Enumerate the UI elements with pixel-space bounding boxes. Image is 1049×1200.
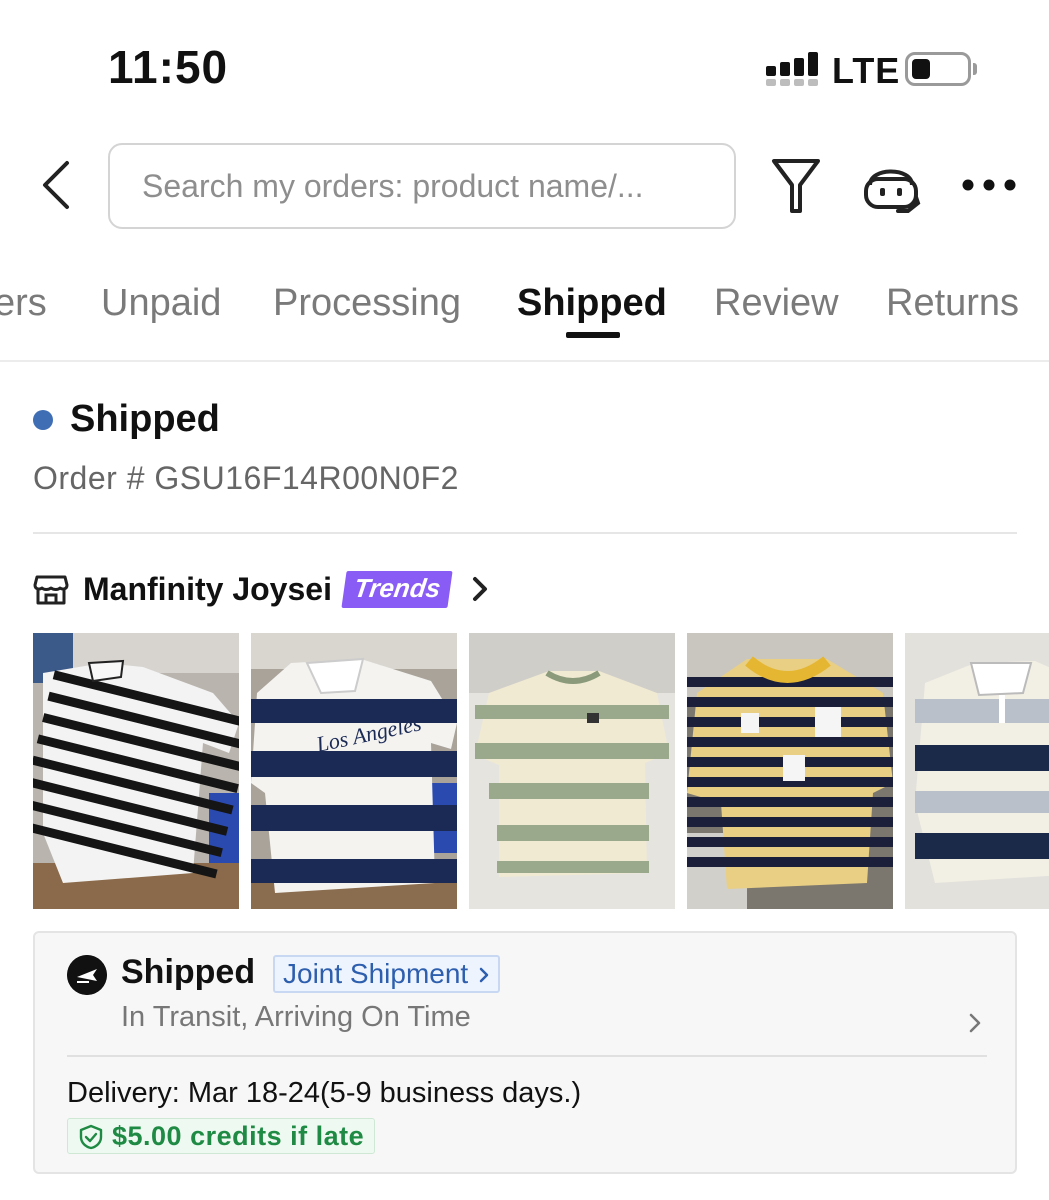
tab-all-orders[interactable]: ers — [0, 282, 47, 325]
search-input[interactable] — [142, 167, 712, 205]
delivery-estimate: Delivery: Mar 18-24(5-9 business days.) — [67, 1077, 582, 1109]
status-time: 11:50 — [108, 41, 229, 93]
chevron-right-icon[interactable] — [967, 1011, 983, 1035]
order-tabs: ers Unpaid Processing Shipped Review Ret… — [0, 272, 1049, 362]
shipment-status: Shipped — [121, 953, 256, 991]
late-credits-text: $5.00 credits if late — [112, 1121, 365, 1151]
customer-service-button[interactable] — [858, 155, 924, 217]
status-dot — [33, 410, 53, 430]
headset-robot-icon — [864, 169, 921, 213]
joint-shipment-badge[interactable]: Joint Shipment — [273, 955, 501, 993]
tab-returns[interactable]: Returns — [886, 282, 1019, 325]
trends-badge: Trends — [341, 570, 453, 608]
battery-icon — [905, 52, 971, 86]
order-status: Shipped — [70, 398, 220, 440]
shipment-subtitle: In Transit, Arriving On Time — [121, 1001, 471, 1033]
plane-icon — [67, 955, 107, 995]
product-image-5[interactable] — [905, 633, 1049, 909]
chevron-right-icon — [473, 577, 488, 601]
tab-shipped[interactable]: Shipped — [517, 282, 667, 325]
back-button[interactable] — [28, 155, 84, 215]
store-link[interactable]: Manfinity Joysei Trends — [33, 566, 490, 612]
active-tab-indicator — [566, 332, 620, 338]
search-box[interactable] — [108, 143, 736, 229]
tab-processing[interactable]: Processing — [273, 282, 461, 325]
store-name: Manfinity Joysei — [83, 570, 332, 607]
signal-icon — [766, 52, 818, 86]
filter-icon — [772, 159, 820, 213]
order-number: Order # GSU16F14R00N0F2 — [33, 460, 459, 496]
product-thumbnails: Los Angeles — [33, 633, 1049, 909]
more-options-button[interactable] — [958, 170, 1020, 200]
store-icon — [33, 575, 69, 605]
product-image-2[interactable]: Los Angeles — [251, 633, 457, 909]
shipment-card[interactable]: Shipped Joint Shipment In Transit, Arriv… — [33, 931, 1017, 1174]
divider — [67, 1055, 987, 1057]
late-credits-badge: $5.00 credits if late — [67, 1118, 376, 1154]
product-image-4[interactable] — [687, 633, 893, 909]
battery-nub — [973, 63, 977, 75]
chevron-left-icon — [43, 161, 69, 209]
divider — [33, 532, 1017, 534]
network-type: LTE — [832, 50, 901, 91]
tab-review[interactable]: Review — [714, 282, 839, 325]
product-image-3[interactable] — [469, 633, 675, 909]
tab-unpaid[interactable]: Unpaid — [101, 282, 221, 325]
chevron-right-icon — [479, 967, 489, 983]
shield-check-icon — [79, 1124, 103, 1150]
joint-shipment-label: Joint Shipment — [283, 958, 469, 989]
status-bar: 11:50 LTE — [0, 0, 1049, 130]
filter-button[interactable] — [768, 155, 824, 217]
product-image-1[interactable] — [33, 633, 239, 909]
ellipsis-icon — [962, 179, 1016, 191]
